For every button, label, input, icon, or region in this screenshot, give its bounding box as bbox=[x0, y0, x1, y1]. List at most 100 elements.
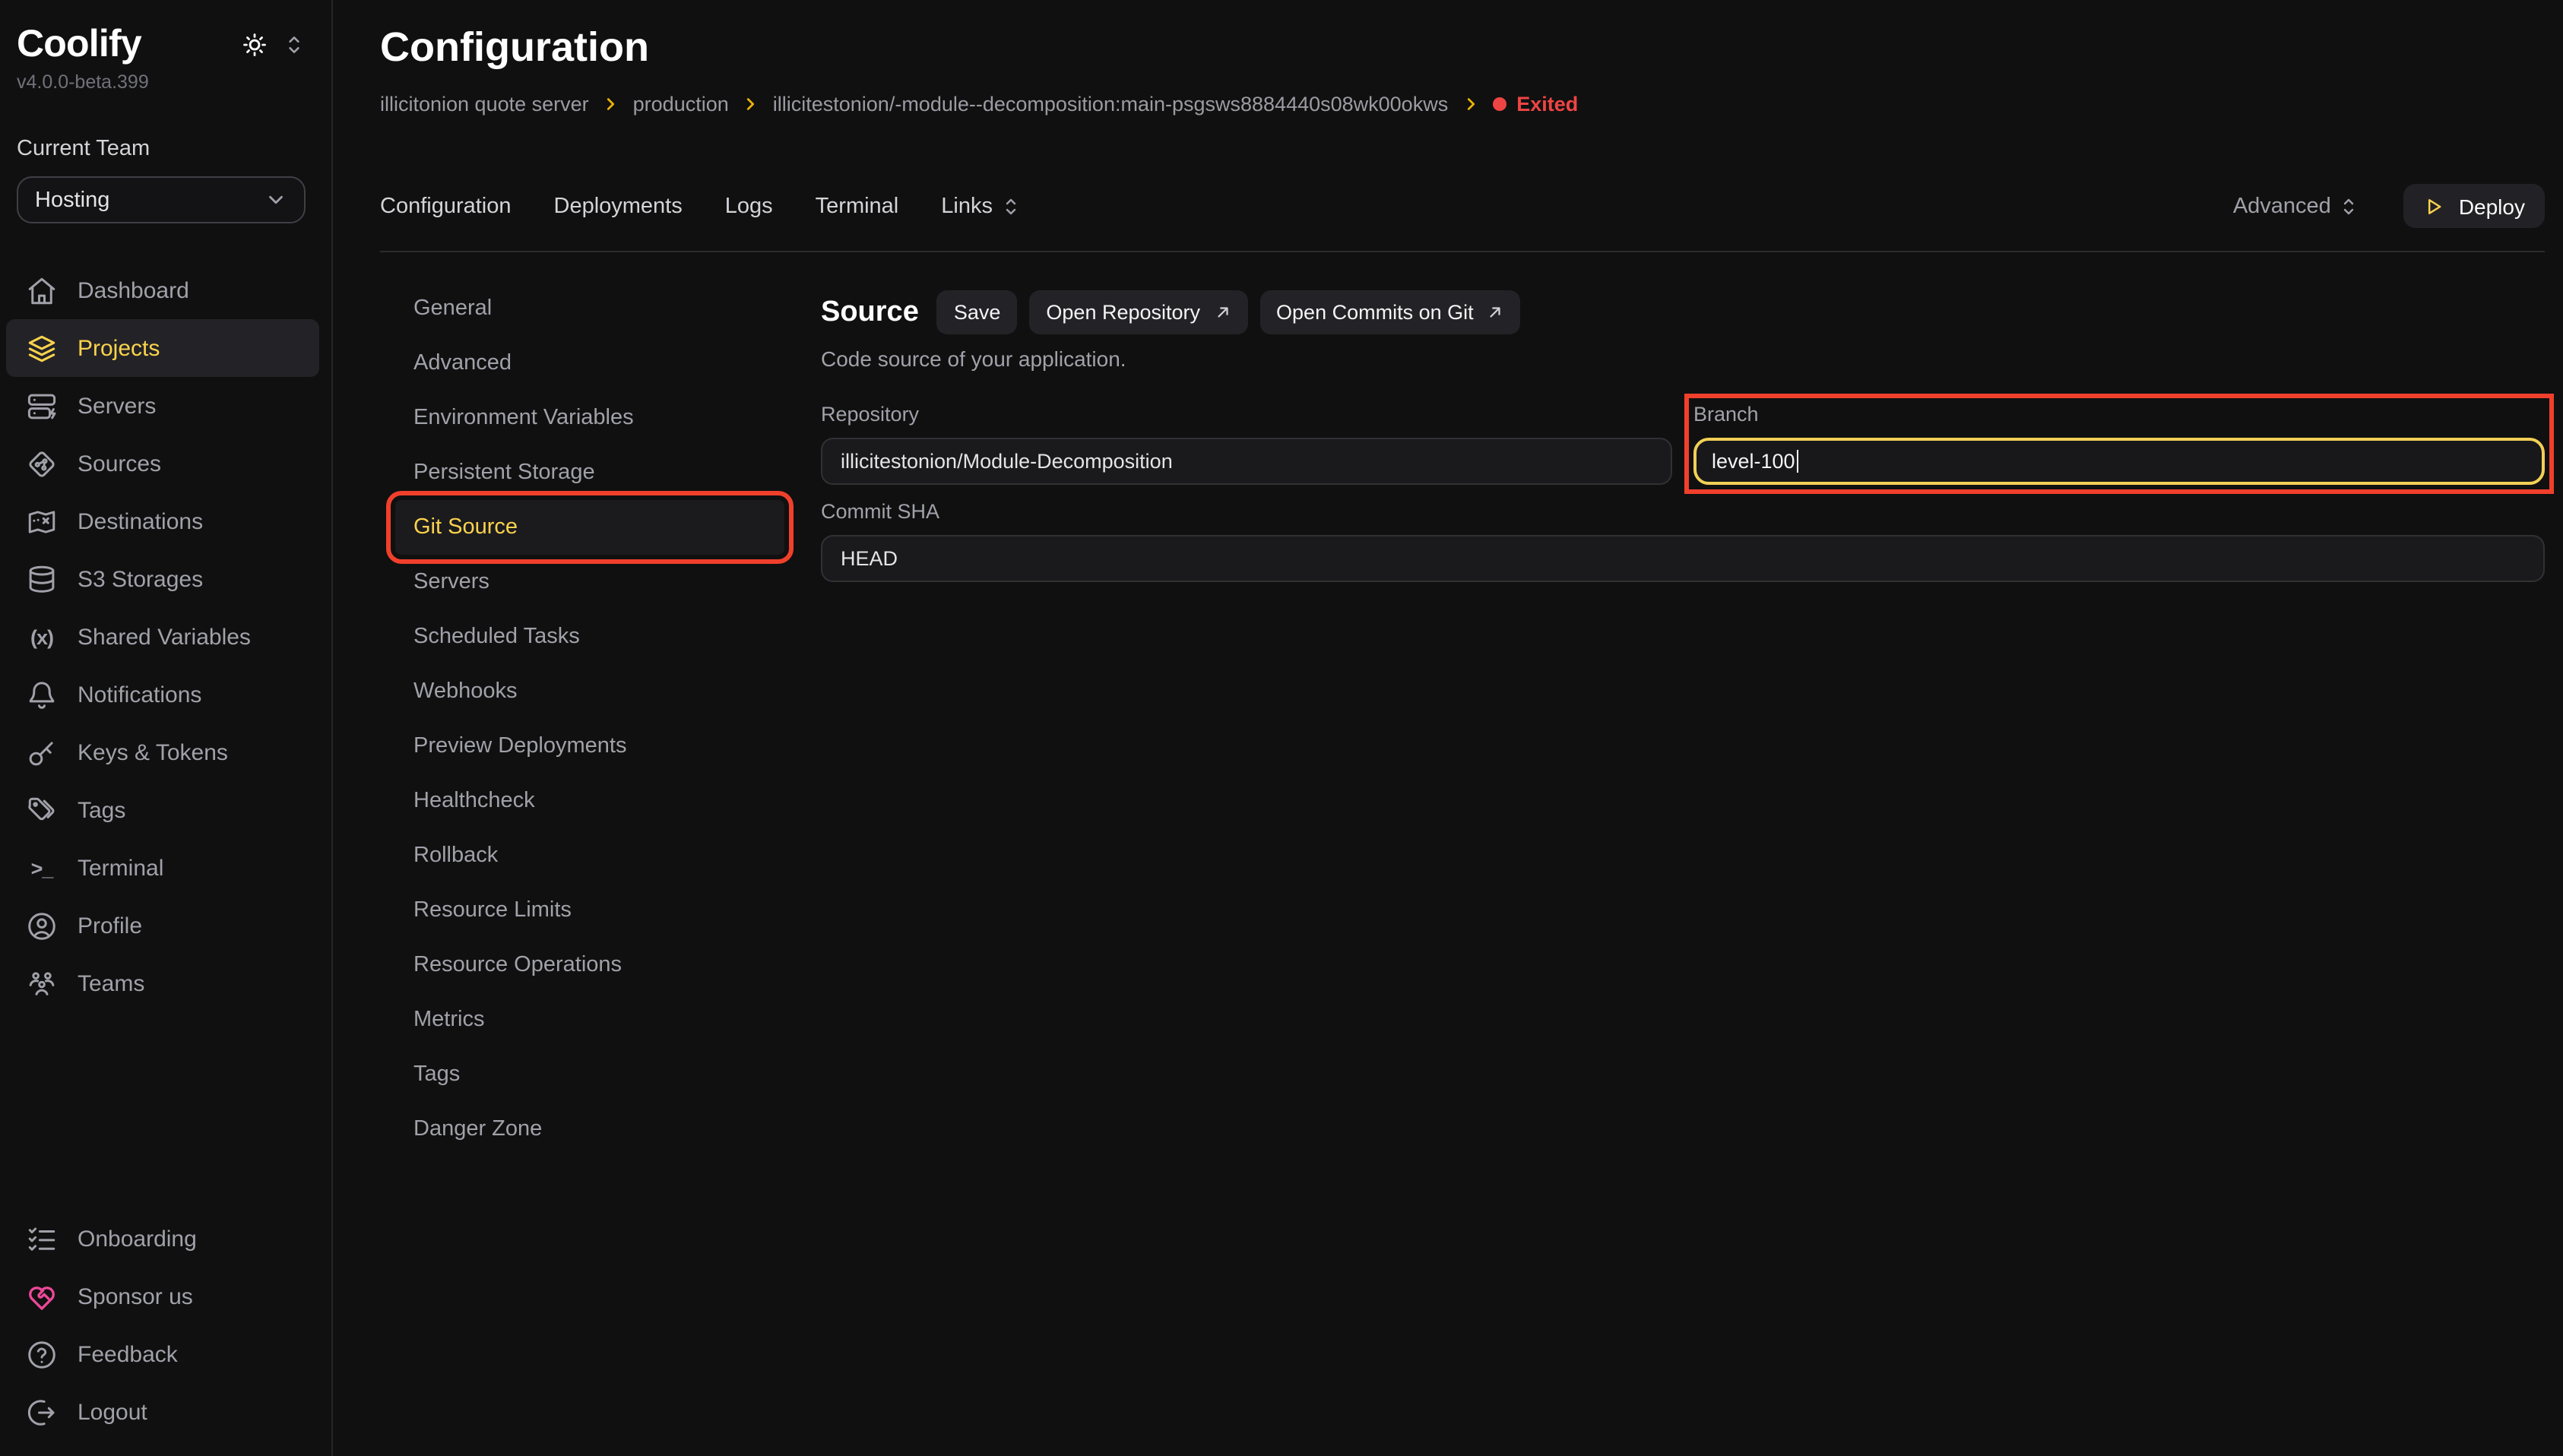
text-cursor bbox=[1797, 450, 1799, 473]
help-circle-icon bbox=[26, 1338, 58, 1370]
chevron-right-icon bbox=[743, 96, 759, 112]
branch-input[interactable]: level-100 bbox=[1693, 438, 2545, 485]
subnav-general[interactable]: General bbox=[395, 281, 784, 336]
sidebar-item-keys-tokens[interactable]: Keys & Tokens bbox=[6, 723, 319, 781]
subnav-advanced[interactable]: Advanced bbox=[395, 336, 784, 391]
subnav-preview-deployments[interactable]: Preview Deployments bbox=[395, 719, 784, 774]
sidebar-item-logout[interactable]: Logout bbox=[6, 1383, 319, 1441]
commit-sha-label: Commit SHA bbox=[821, 500, 2545, 523]
sidebar-item-profile[interactable]: Profile bbox=[6, 897, 319, 954]
sidebar-item-label: Keys & Tokens bbox=[78, 739, 228, 765]
subnav-webhooks[interactable]: Webhooks bbox=[395, 664, 784, 719]
sidebar-item-dashboard[interactable]: Dashboard bbox=[6, 261, 319, 319]
sidebar-item-label: Notifications bbox=[78, 682, 201, 707]
sidebar-item-tags[interactable]: Tags bbox=[6, 781, 319, 839]
commit-sha-input[interactable] bbox=[821, 535, 2545, 582]
app-window: Coolify v4.0.0-beta.399 Current Team Hos… bbox=[0, 0, 2563, 1456]
team-select[interactable]: Hosting bbox=[17, 176, 306, 223]
source-heading: Source bbox=[821, 296, 919, 329]
status-text: Exited bbox=[1516, 93, 1578, 116]
sidebar-item-s3-storages[interactable]: S3 Storages bbox=[6, 550, 319, 608]
tab-links[interactable]: Links bbox=[941, 194, 1020, 218]
sidebar-item-label: Shared Variables bbox=[78, 624, 251, 650]
sidebar-item-projects[interactable]: Projects bbox=[6, 319, 319, 377]
tab-deployments[interactable]: Deployments bbox=[554, 194, 683, 218]
tabs-row: Configuration Deployments Logs Terminal … bbox=[380, 184, 2545, 228]
sidebar-item-teams[interactable]: Teams bbox=[6, 954, 319, 1012]
config-subnav: General Advanced Environment Variables P… bbox=[395, 281, 784, 1157]
main-area: Configuration illicitonion quote server … bbox=[333, 0, 2563, 1456]
subnav-healthcheck[interactable]: Healthcheck bbox=[395, 774, 784, 828]
branch-field-annotated: Branch level-100 bbox=[1693, 403, 2545, 485]
external-link-icon bbox=[1487, 304, 1504, 321]
theme-switcher-chevrons-icon[interactable] bbox=[284, 33, 304, 56]
subnav-tags[interactable]: Tags bbox=[395, 1047, 784, 1102]
git-source-icon bbox=[26, 448, 58, 480]
home-icon bbox=[26, 274, 58, 306]
heart-handshake-icon bbox=[26, 1280, 58, 1312]
deploy-button[interactable]: Deploy bbox=[2404, 184, 2545, 228]
sidebar-item-onboarding[interactable]: Onboarding bbox=[6, 1210, 319, 1268]
sidebar-item-label: Tags bbox=[78, 797, 125, 823]
sidebar-item-feedback[interactable]: Feedback bbox=[6, 1325, 319, 1383]
sidebar-item-shared-variables[interactable]: (x) Shared Variables bbox=[6, 608, 319, 666]
advanced-dropdown[interactable]: Advanced bbox=[2233, 194, 2359, 218]
subnav-environment-variables[interactable]: Environment Variables bbox=[395, 391, 784, 445]
current-team-label: Current Team bbox=[0, 137, 331, 161]
save-button[interactable]: Save bbox=[937, 290, 1018, 334]
breadcrumb: illicitonion quote server production ill… bbox=[380, 93, 2545, 116]
sidebar-item-servers[interactable]: Servers bbox=[6, 377, 319, 435]
sidebar-item-notifications[interactable]: Notifications bbox=[6, 666, 319, 723]
tab-configuration[interactable]: Configuration bbox=[380, 194, 512, 218]
status-badge: Exited bbox=[1492, 93, 1578, 116]
breadcrumb-environment[interactable]: production bbox=[633, 93, 729, 116]
external-link-icon bbox=[1214, 304, 1231, 321]
sidebar-item-label: Projects bbox=[78, 335, 160, 361]
open-commits-button[interactable]: Open Commits on Git bbox=[1259, 290, 1521, 334]
bell-icon bbox=[26, 679, 58, 711]
subnav-resource-limits[interactable]: Resource Limits bbox=[395, 883, 784, 938]
source-description: Code source of your application. bbox=[821, 347, 2545, 371]
branch-value: level-100 bbox=[1712, 450, 1795, 473]
breadcrumb-application[interactable]: illicitestonion/-module--decomposition:m… bbox=[773, 93, 1448, 116]
tab-terminal[interactable]: Terminal bbox=[816, 194, 899, 218]
theme-sun-icon[interactable] bbox=[242, 32, 268, 58]
user-circle-icon bbox=[26, 910, 58, 942]
subnav-scheduled-tasks[interactable]: Scheduled Tasks bbox=[395, 609, 784, 664]
chevrons-up-down-icon bbox=[2340, 195, 2359, 217]
app-logo[interactable]: Coolify bbox=[17, 23, 141, 67]
repository-input[interactable] bbox=[821, 438, 1672, 485]
sidebar-item-label: Logout bbox=[78, 1399, 147, 1425]
status-dot-icon bbox=[1492, 97, 1506, 111]
sidebar-item-label: S3 Storages bbox=[78, 566, 203, 592]
tabs-divider bbox=[380, 251, 2545, 252]
sidebar-item-sponsor-us[interactable]: Sponsor us bbox=[6, 1268, 319, 1325]
team-select-value: Hosting bbox=[35, 188, 109, 212]
sidebar-item-destinations[interactable]: Destinations bbox=[6, 492, 319, 550]
logout-icon bbox=[26, 1396, 58, 1428]
sidebar-item-label: Onboarding bbox=[78, 1226, 197, 1252]
subnav-git-source[interactable]: Git Source bbox=[395, 500, 784, 555]
sidebar-item-label: Feedback bbox=[78, 1341, 178, 1367]
tab-logs[interactable]: Logs bbox=[725, 194, 773, 218]
sidebar-item-label: Sources bbox=[78, 451, 161, 476]
sidebar-item-label: Terminal bbox=[78, 855, 163, 881]
open-repository-button[interactable]: Open Repository bbox=[1029, 290, 1247, 334]
subnav-servers[interactable]: Servers bbox=[395, 555, 784, 609]
sidebar-item-terminal[interactable]: >_ Terminal bbox=[6, 839, 319, 897]
repository-label: Repository bbox=[821, 403, 1672, 426]
subnav-rollback[interactable]: Rollback bbox=[395, 828, 784, 883]
chevron-right-icon bbox=[1462, 96, 1478, 112]
branch-label: Branch bbox=[1693, 403, 2545, 426]
page-title: Configuration bbox=[380, 26, 2545, 68]
subnav-danger-zone[interactable]: Danger Zone bbox=[395, 1102, 784, 1157]
subnav-resource-operations[interactable]: Resource Operations bbox=[395, 938, 784, 992]
sidebar-item-sources[interactable]: Sources bbox=[6, 435, 319, 492]
subnav-metrics[interactable]: Metrics bbox=[395, 992, 784, 1047]
map-icon bbox=[26, 505, 58, 537]
sidebar-item-label: Sponsor us bbox=[78, 1283, 193, 1309]
subnav-persistent-storage[interactable]: Persistent Storage bbox=[395, 445, 784, 500]
sidebar: Coolify v4.0.0-beta.399 Current Team Hos… bbox=[0, 0, 333, 1456]
breadcrumb-project[interactable]: illicitonion quote server bbox=[380, 93, 589, 116]
chevrons-up-down-icon bbox=[1002, 195, 1020, 217]
